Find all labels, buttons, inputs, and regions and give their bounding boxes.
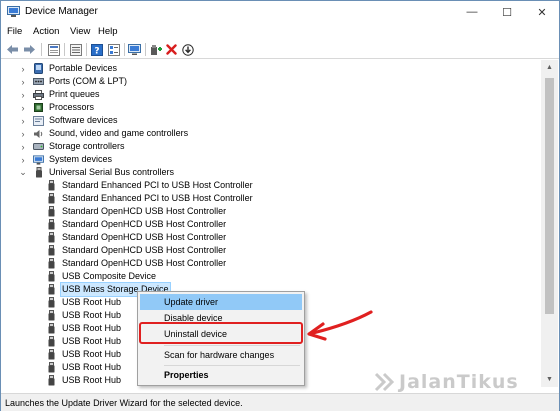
- tree-category-software-devices[interactable]: › Software devices: [22, 114, 119, 127]
- annotation-arrow-icon: [307, 310, 373, 341]
- software-device-icon: [33, 115, 44, 126]
- usb-device-icon: [46, 271, 57, 282]
- usb-device-icon: [46, 375, 57, 386]
- usb-child-item[interactable]: Standard OpenHCD USB Host Controller: [46, 231, 227, 244]
- usb-device-icon: [46, 284, 57, 295]
- status-text: Launches the Update Driver Wizard for th…: [5, 398, 243, 408]
- scroll-up-arrow-icon[interactable]: ▲: [541, 60, 558, 75]
- help-icon[interactable]: ?: [89, 42, 104, 57]
- usb-child-item[interactable]: Standard OpenHCD USB Host Controller: [46, 244, 227, 257]
- minimize-button[interactable]: —: [455, 1, 489, 23]
- expand-chevron-icon[interactable]: ›: [18, 140, 28, 153]
- portable-device-icon: [33, 63, 44, 74]
- update-driver-menu-item[interactable]: Update driver: [140, 294, 302, 310]
- collapse-chevron-icon[interactable]: ⌄: [18, 166, 28, 179]
- usb-child-item[interactable]: USB Root Hub: [46, 348, 122, 361]
- storage-icon: [33, 141, 44, 152]
- cpu-icon: [33, 102, 44, 113]
- usb-child-item[interactable]: Standard OpenHCD USB Host Controller: [46, 205, 227, 218]
- tree-category-ports[interactable]: › Ports (COM & LPT): [22, 75, 128, 88]
- usb-device-icon: [46, 297, 57, 308]
- tree-category-system-devices[interactable]: › System devices: [22, 153, 113, 166]
- expand-chevron-icon[interactable]: ›: [18, 88, 28, 101]
- usb-icon: [33, 167, 44, 178]
- back-arrow-icon[interactable]: [5, 42, 20, 57]
- menu-help[interactable]: Help: [98, 26, 118, 37]
- scroll-down-arrow-icon[interactable]: ▼: [541, 372, 558, 387]
- toolbar: ?: [1, 41, 559, 59]
- vertical-scrollbar[interactable]: ▲ ▼: [541, 60, 558, 387]
- usb-device-icon: [46, 219, 57, 230]
- usb-child-item[interactable]: USB Root Hub: [46, 361, 122, 374]
- add-driver-icon[interactable]: [148, 42, 163, 57]
- usb-device-icon: [46, 336, 57, 347]
- properties-menu-item[interactable]: Properties: [140, 367, 302, 383]
- usb-device-icon: [46, 258, 57, 269]
- expand-chevron-icon[interactable]: ›: [18, 101, 28, 114]
- usb-child-item[interactable]: Standard OpenHCD USB Host Controller: [46, 218, 227, 231]
- properties-sheet-icon[interactable]: [46, 42, 61, 57]
- remove-device-icon[interactable]: [164, 42, 179, 57]
- usb-device-icon: [46, 206, 57, 217]
- jalantikus-logo-icon: [374, 372, 395, 392]
- usb-device-icon: [46, 193, 57, 204]
- expand-chevron-icon[interactable]: ›: [18, 153, 28, 166]
- usb-device-icon: [46, 245, 57, 256]
- speaker-icon: [33, 128, 44, 139]
- download-driver-icon[interactable]: [180, 42, 195, 57]
- usb-child-item[interactable]: USB Root Hub: [46, 335, 122, 348]
- usb-child-item[interactable]: USB Root Hub: [46, 309, 122, 322]
- menu-view[interactable]: View: [70, 26, 90, 37]
- forward-arrow-icon[interactable]: [22, 42, 37, 57]
- expand-chevron-icon[interactable]: ›: [18, 62, 28, 75]
- usb-child-item[interactable]: Standard OpenHCD USB Host Controller: [46, 257, 227, 270]
- usb-child-item[interactable]: USB Root Hub: [46, 322, 122, 335]
- usb-device-icon: [46, 362, 57, 373]
- refresh-list-icon[interactable]: [68, 42, 83, 57]
- system-device-icon: [33, 154, 44, 165]
- usb-child-item[interactable]: USB Root Hub: [46, 374, 122, 387]
- tree-category-usb-controllers[interactable]: ⌄ Universal Serial Bus controllers: [19, 166, 175, 179]
- usb-child-item[interactable]: USB Root Hub: [46, 296, 122, 309]
- port-icon: [33, 76, 44, 87]
- tree-category-print-queues[interactable]: › Print queues: [22, 88, 101, 101]
- menu-action[interactable]: Action: [33, 26, 59, 37]
- usb-device-icon: [46, 180, 57, 191]
- tree-category-sound-video-game[interactable]: › Sound, video and game controllers: [22, 127, 189, 140]
- usb-child-item[interactable]: Standard Enhanced PCI to USB Host Contro…: [46, 192, 254, 205]
- window-title: Device Manager: [25, 6, 98, 17]
- usb-device-icon: [46, 310, 57, 321]
- menu-file[interactable]: File: [7, 26, 22, 37]
- usb-child-item[interactable]: USB Composite Device: [46, 270, 157, 283]
- tree-category-portable-devices[interactable]: › Portable Devices: [22, 62, 118, 75]
- uninstall-highlight-box: [139, 322, 303, 344]
- close-button[interactable]: ✕: [525, 1, 559, 23]
- printer-icon: [33, 89, 44, 100]
- title-bar: Device Manager — ☐ ✕: [1, 1, 559, 23]
- menu-bar: File Action View Help: [1, 23, 559, 41]
- status-bar: Launches the Update Driver Wizard for th…: [1, 393, 559, 411]
- expand-chevron-icon[interactable]: ›: [18, 127, 28, 140]
- usb-device-icon: [46, 323, 57, 334]
- device-manager-app-icon: [7, 6, 20, 17]
- tree-category-storage-controllers[interactable]: › Storage controllers: [22, 140, 126, 153]
- monitor-icon[interactable]: [127, 42, 142, 57]
- usb-device-icon: [46, 232, 57, 243]
- scroll-thumb[interactable]: [545, 78, 554, 314]
- usb-child-item[interactable]: Standard Enhanced PCI to USB Host Contro…: [46, 179, 254, 192]
- usb-device-icon: [46, 349, 57, 360]
- maximize-button[interactable]: ☐: [490, 1, 524, 23]
- details-icon[interactable]: [106, 42, 121, 57]
- jalantikus-watermark: JalanTikus: [373, 371, 519, 393]
- scan-hardware-menu-item[interactable]: Scan for hardware changes: [140, 347, 302, 363]
- tree-category-processors[interactable]: › Processors: [22, 101, 95, 114]
- expand-chevron-icon[interactable]: ›: [18, 75, 28, 88]
- device-manager-window: Device Manager — ☐ ✕ File Action View He…: [0, 0, 560, 411]
- watermark-text: JalanTikus: [399, 371, 519, 393]
- expand-chevron-icon[interactable]: ›: [18, 114, 28, 127]
- svg-text:?: ?: [94, 46, 99, 56]
